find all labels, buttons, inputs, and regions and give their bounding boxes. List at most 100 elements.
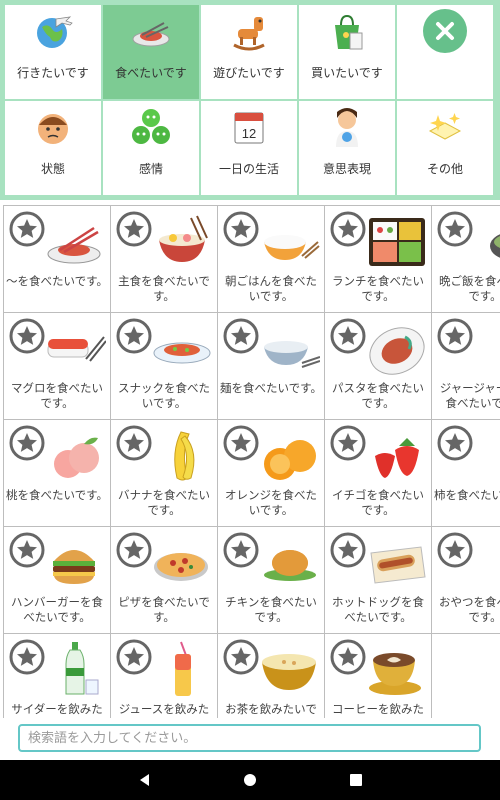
item-label: 麺を食べたいです。 (220, 381, 323, 395)
item-grid: ～を食べたいです。 主食を食べたいです。 朝ごはんを食べたいです。 ランチを食べ… (3, 205, 500, 720)
item-card[interactable]: バナナを食べたいです。 (111, 420, 217, 526)
item-card[interactable]: パスタを食べたいです。 (325, 313, 431, 419)
mother-child-icon (336, 108, 358, 147)
category-other[interactable]: その他 (397, 101, 493, 195)
category-label: 一日の生活 (218, 162, 279, 176)
meal-plate-icon (47, 226, 101, 264)
item-card[interactable]: 晩ご飯を食べたいです。 (432, 206, 500, 312)
favorite-star-icon[interactable] (437, 532, 473, 568)
item-card[interactable]: 桃を食べたいです。 (4, 420, 110, 526)
item-card[interactable]: ランチを食べたいです。 (325, 206, 431, 312)
item-card[interactable]: スナックを食べたいです。 (111, 313, 217, 419)
favorite-star-icon[interactable] (330, 532, 366, 568)
rice-bowl-icon (159, 215, 208, 262)
category-buy[interactable]: 買いたいです (299, 5, 395, 99)
item-card[interactable]: 麺を食べたいです。 (218, 313, 324, 419)
item-card[interactable]: チキンを食べたいです。 (218, 527, 324, 633)
favorite-star-icon[interactable] (223, 318, 259, 354)
favorite-star-icon[interactable] (330, 425, 366, 461)
soda-bottle-icon (65, 642, 99, 695)
item-card[interactable]: マグロを食べたいです。 (4, 313, 110, 419)
recents-icon[interactable] (348, 772, 364, 788)
item-card[interactable]: ホットドッグを食べたいです。 (325, 527, 431, 633)
category-label: その他 (426, 162, 463, 176)
category-panel: 行きたいです 食べたいです 遊びたいです 買いたいです 状態 感情 12 一日の… (0, 0, 500, 200)
item-label: ～を食べたいです。 (6, 274, 109, 288)
shopping-bag-icon (335, 14, 363, 50)
sick-face-icon (38, 114, 68, 144)
search-input[interactable] (18, 724, 481, 752)
item-label: イチゴを食べたいです。 (332, 488, 424, 517)
favorite-star-icon[interactable] (9, 425, 45, 461)
favorite-star-icon[interactable] (330, 318, 366, 354)
favorite-star-icon[interactable] (9, 318, 45, 354)
category-label: 状態 (40, 162, 65, 176)
category-intention[interactable]: 意思表現 (299, 101, 395, 195)
food-plate-icon (132, 22, 170, 47)
favorite-star-icon[interactable] (437, 211, 473, 247)
item-card[interactable]: ジャージャー麺を食べたいです。 (432, 313, 500, 419)
back-icon[interactable] (137, 772, 153, 788)
item-label: ハンバーガーを食べたいです。 (11, 595, 103, 624)
noodle-bowl-icon (264, 341, 320, 368)
favorite-star-icon[interactable] (330, 639, 366, 675)
category-emotion[interactable]: 感情 (103, 101, 199, 195)
category-label: 食べたいです (115, 66, 187, 80)
category-play[interactable]: 遊びたいです (201, 5, 297, 99)
category-go[interactable]: 行きたいです (5, 5, 101, 99)
item-label: 朝ごはんを食べたいです。 (225, 274, 317, 303)
favorite-star-icon[interactable] (9, 211, 45, 247)
favorite-star-icon[interactable] (223, 425, 259, 461)
favorite-star-icon[interactable] (437, 425, 473, 461)
cookies-icon (472, 533, 500, 593)
category-daily-life[interactable]: 12 一日の生活 (201, 101, 297, 195)
item-card[interactable]: おやつを食べたいです。 (432, 527, 500, 633)
item-card[interactable]: イチゴを食べたいです。 (325, 420, 431, 526)
bento-box-icon (369, 218, 425, 266)
snack-plate-icon (153, 342, 211, 364)
home-icon[interactable] (242, 772, 258, 788)
item-card[interactable]: コーヒーを飲みたいです。 (325, 634, 431, 720)
item-card[interactable]: 朝ごはんを食べたいです。 (218, 206, 324, 312)
item-card[interactable]: サイダーを飲みたいです。 (4, 634, 110, 720)
hotdog-icon (370, 546, 426, 584)
favorite-star-icon[interactable] (116, 425, 152, 461)
favorite-star-icon[interactable] (9, 639, 45, 675)
favorite-star-icon[interactable] (223, 532, 259, 568)
item-card[interactable]: ハンバーガーを食べたいです。 (4, 527, 110, 633)
favorite-star-icon[interactable] (116, 639, 152, 675)
favorite-star-icon[interactable] (116, 318, 152, 354)
category-label: 意思表現 (322, 162, 371, 176)
item-card[interactable]: ～を食べたいです。 (4, 206, 110, 312)
favorite-star-icon[interactable] (437, 318, 473, 354)
item-grid-area[interactable]: ～を食べたいです。 主食を食べたいです。 朝ごはんを食べたいです。 ランチを食べ… (0, 200, 500, 720)
category-grid: 行きたいです 食べたいです 遊びたいです 買いたいです 状態 感情 12 一日の… (5, 5, 493, 195)
hamburger-icon (53, 550, 95, 584)
item-card[interactable]: お茶を飲みたいです。 (218, 634, 324, 720)
orange-icon (264, 440, 316, 480)
item-card[interactable]: 柿を食べたいです。 (432, 420, 500, 526)
search-bar (0, 718, 500, 760)
item-label: オレンジを食べたいです。 (225, 488, 317, 517)
category-eat[interactable]: 食べたいです (103, 5, 199, 99)
calendar-number: 12 (242, 126, 256, 141)
item-card[interactable]: ピザを食べたいです。 (111, 527, 217, 633)
favorite-star-icon[interactable] (330, 211, 366, 247)
favorite-star-icon[interactable] (223, 639, 259, 675)
breakfast-bowl-icon (264, 235, 320, 260)
category-state[interactable]: 状態 (5, 101, 101, 195)
system-nav-bar (0, 760, 500, 800)
favorite-star-icon[interactable] (116, 532, 152, 568)
juice-glass-icon (175, 641, 191, 696)
item-card[interactable]: 主食を食べたいです。 (111, 206, 217, 312)
item-card[interactable]: オレンジを食べたいです。 (218, 420, 324, 526)
favorite-star-icon[interactable] (9, 532, 45, 568)
persimmon-icon (472, 426, 500, 486)
favorite-star-icon[interactable] (223, 211, 259, 247)
close-icon (436, 22, 454, 40)
coffee-cup-icon (369, 653, 421, 695)
item-card[interactable]: ジュースを飲みたいです。 (111, 634, 217, 720)
globe-airplane-icon (37, 16, 73, 48)
close-button[interactable] (423, 9, 467, 53)
favorite-star-icon[interactable] (116, 211, 152, 247)
